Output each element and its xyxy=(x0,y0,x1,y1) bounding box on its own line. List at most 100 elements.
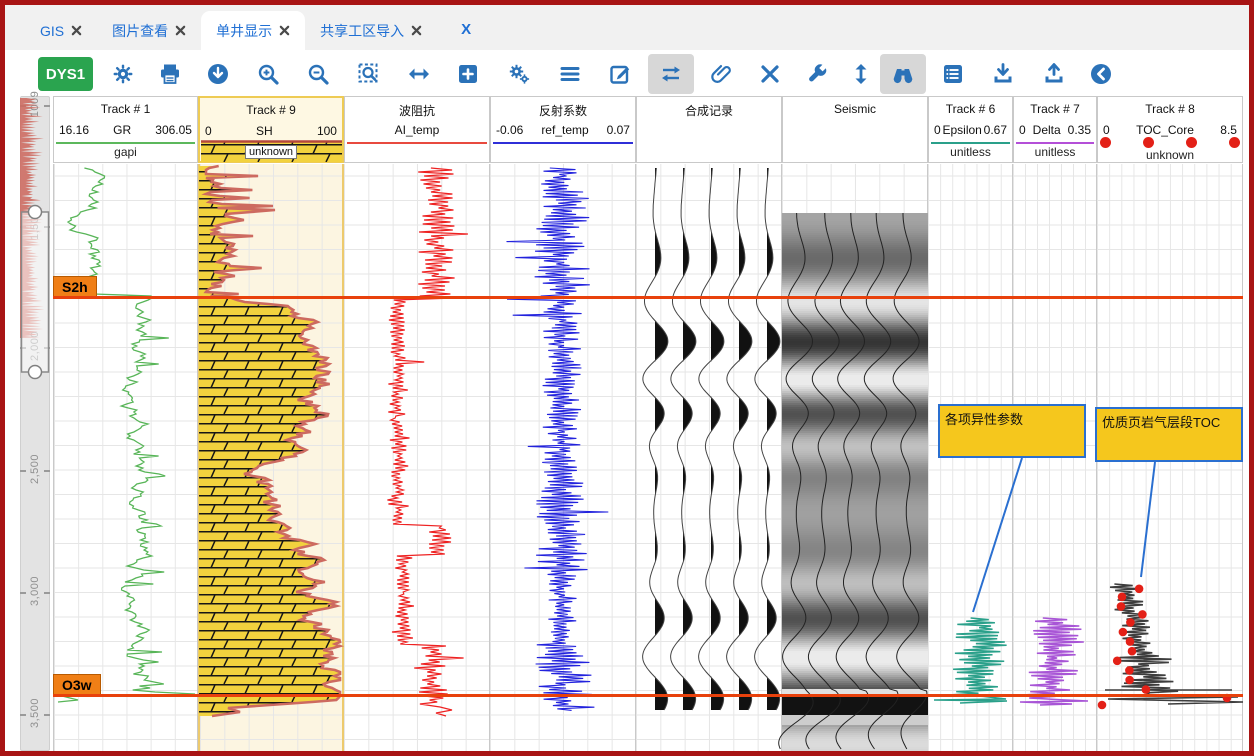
track-body-SH[interactable] xyxy=(198,164,344,751)
well-log-application: { "tab_bar": { "tabs": [ {"label": "GIS"… xyxy=(0,0,1254,756)
depth-tick xyxy=(20,592,26,594)
tab-label: GIS xyxy=(40,23,64,39)
track-header-Seismic[interactable]: Seismic xyxy=(782,96,928,163)
curve-unit: unitless xyxy=(929,145,1012,159)
arrows-vertical-icon[interactable] xyxy=(838,54,884,94)
close-x-icon[interactable] xyxy=(747,54,793,94)
edit-icon[interactable] xyxy=(597,54,643,94)
depth-label: 2,000 xyxy=(29,311,41,381)
curve-scale-row: 0TOC_Core8.5 xyxy=(1103,123,1237,137)
settings-gear-icon[interactable] xyxy=(100,54,146,94)
track-body-合成记录[interactable] xyxy=(636,164,782,751)
track-title: Track # 7 xyxy=(1014,102,1096,116)
tab-close-icon[interactable] xyxy=(279,25,290,36)
tab-3[interactable]: 单井显示 xyxy=(201,11,305,50)
add-square-icon[interactable] xyxy=(445,54,491,94)
scale-min: 0 xyxy=(1019,123,1026,137)
tab-label: 图片查看 xyxy=(112,21,168,41)
menu-lines-icon[interactable] xyxy=(547,54,593,94)
download-tray-icon[interactable] xyxy=(980,54,1026,94)
curve-scale-row: 16.16GR306.05 xyxy=(59,123,192,137)
exchange-arrows-icon[interactable] xyxy=(648,54,694,94)
list-icon[interactable] xyxy=(930,54,976,94)
curve-scale-row: 0Delta0.35 xyxy=(1019,123,1091,137)
horizon-line-s2h[interactable] xyxy=(53,296,1243,299)
download-circle-icon[interactable] xyxy=(195,54,241,94)
depth-tick xyxy=(44,226,50,228)
track-title: 反射系数 xyxy=(491,102,635,119)
annotation-box-toc[interactable]: 优质页岩气层段TOC xyxy=(1095,407,1243,462)
curve-scale-row: 0SH100 xyxy=(205,124,337,138)
tab-4[interactable]: 共享工区导入 xyxy=(305,11,437,50)
tab-1[interactable]: GIS xyxy=(25,11,97,50)
tab-2[interactable]: 图片查看 xyxy=(97,11,201,50)
depth-tick xyxy=(20,226,26,228)
curve-scale-row: -0.06 ref_temp 0.07 xyxy=(496,123,630,137)
track-title: Track # 8 xyxy=(1098,102,1242,116)
scale-max: 100 xyxy=(317,124,337,138)
track-header-Delta[interactable]: Track # 70Delta0.35unitless xyxy=(1013,96,1097,163)
track-title: Seismic xyxy=(783,102,927,116)
zoom-select-icon[interactable] xyxy=(346,54,392,94)
scale-min: 0 xyxy=(934,123,941,137)
track-body-ref_temp[interactable] xyxy=(490,164,636,751)
zoom-out-icon[interactable] xyxy=(295,54,341,94)
track-body-GR[interactable] xyxy=(53,164,198,751)
scale-min: -0.06 xyxy=(496,123,523,137)
depth-tick xyxy=(20,470,26,472)
zoom-in-icon[interactable] xyxy=(245,54,291,94)
depth-tick xyxy=(20,347,26,349)
scale-max: 0.67 xyxy=(984,123,1007,137)
track-header-TOC_Core[interactable]: Track # 8 0TOC_Core8.5unknown xyxy=(1097,96,1243,163)
track-header-合成记录[interactable]: 合成记录 xyxy=(636,96,782,163)
scale-min: 0 xyxy=(1103,123,1110,137)
track-header-AI_temp[interactable]: 波阻抗 AI_temp xyxy=(344,96,490,163)
curve-unit: unknown xyxy=(1098,148,1242,162)
back-circle-icon[interactable] xyxy=(1078,54,1124,94)
track-title: Track # 1 xyxy=(54,102,197,116)
track-body-AI_temp[interactable] xyxy=(344,164,490,751)
curve-color-line xyxy=(493,142,633,144)
binoculars-icon[interactable] xyxy=(880,54,926,94)
printer-icon[interactable] xyxy=(147,54,193,94)
depth-tick xyxy=(44,714,50,716)
depth-tick xyxy=(20,105,26,107)
curve-scale-row: 0Epsilon0.67 xyxy=(934,123,1007,137)
scale-max: 0.07 xyxy=(607,123,630,137)
upload-tray-icon[interactable] xyxy=(1031,54,1077,94)
scale-max: 8.5 xyxy=(1220,123,1237,137)
curve-color-line xyxy=(1016,142,1094,144)
curve-color-line xyxy=(347,142,487,144)
curve-unit: unitless xyxy=(1014,145,1096,159)
paperclip-icon[interactable] xyxy=(699,54,745,94)
track-body-Seismic[interactable] xyxy=(782,164,928,751)
curve-name: ref_temp xyxy=(541,123,588,137)
tab-close-icon[interactable] xyxy=(175,25,186,36)
track-header-ref_temp[interactable]: 反射系数 -0.06 ref_temp 0.07 xyxy=(490,96,636,163)
track-title: 波阻抗 xyxy=(345,102,489,119)
curve-scale-row: AI_temp xyxy=(350,123,484,137)
tab-bar: GIS 图片查看 单井显示共享工区导入 X xyxy=(5,5,1249,50)
depth-label: 1,500 xyxy=(29,190,41,260)
depth-tick xyxy=(20,714,26,716)
track-header-GR[interactable]: Track # 116.16GR306.05gapi xyxy=(53,96,198,163)
tab-close-icon[interactable] xyxy=(71,25,82,36)
gears-icon[interactable] xyxy=(496,54,542,94)
tab-label: 共享工区导入 xyxy=(320,21,404,41)
curve-color-line xyxy=(931,142,1010,144)
well-selector-button[interactable]: DYS1 xyxy=(38,57,93,91)
curve-color-line xyxy=(56,142,195,144)
tab-close-icon[interactable] xyxy=(411,25,422,36)
wrench-icon[interactable] xyxy=(794,54,840,94)
annotation-box-anisotropy[interactable]: 各项异性参数 xyxy=(938,404,1086,458)
curve-point-marker xyxy=(1143,137,1154,148)
curve-point-marker xyxy=(1186,137,1197,148)
depth-label: 1009 xyxy=(29,69,41,139)
arrows-horizontal-icon[interactable] xyxy=(396,54,442,94)
curve-name: Delta xyxy=(1033,123,1061,137)
depth-tick xyxy=(44,592,50,594)
close-all-tabs-button[interactable]: X xyxy=(461,21,471,38)
horizon-line-o3w[interactable] xyxy=(53,694,1243,697)
depth-label: 2,500 xyxy=(29,434,41,504)
track-header-Epsilon[interactable]: Track # 60Epsilon0.67unitless xyxy=(928,96,1013,163)
